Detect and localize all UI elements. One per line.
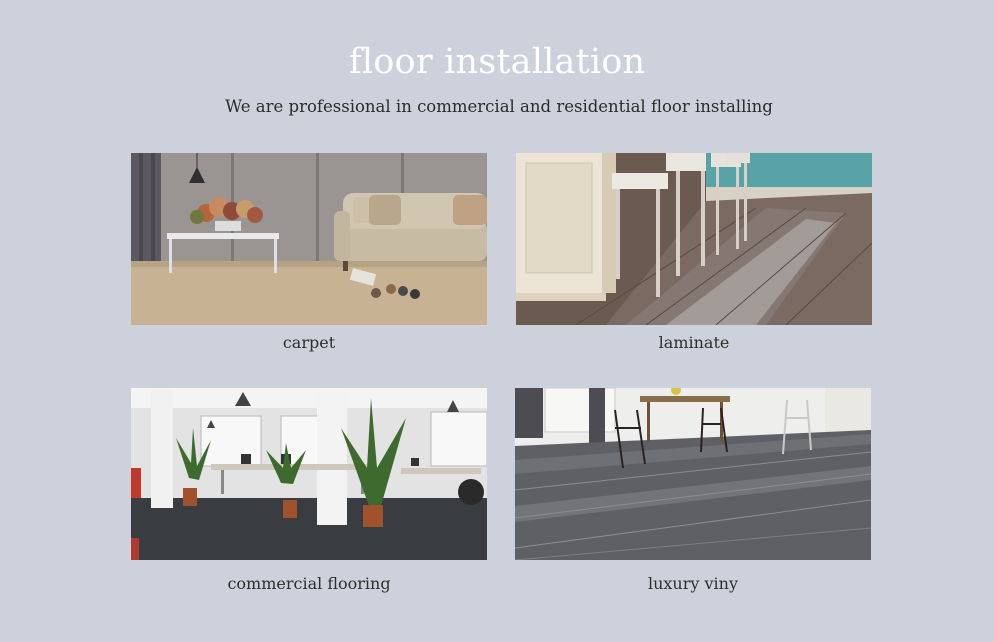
luxury-vinyl-caption[interactable]: luxury viny <box>506 574 880 593</box>
carpet-caption[interactable]: carpet <box>122 333 496 352</box>
page-title: floor installation <box>348 42 646 82</box>
luxury-vinyl-photo[interactable] <box>515 388 871 560</box>
carpet-photo[interactable] <box>131 153 487 325</box>
commercial-flooring-caption[interactable]: commercial flooring <box>122 574 496 593</box>
laminate-photo[interactable] <box>516 153 872 325</box>
service-card-commercial-flooring[interactable]: commercial flooring <box>131 388 487 593</box>
commercial-flooring-photo[interactable] <box>131 388 487 560</box>
page-subtitle: We are professional in commercial and re… <box>225 97 773 116</box>
laminate-caption[interactable]: laminate <box>507 333 881 352</box>
service-card-carpet[interactable]: carpet <box>131 153 487 352</box>
service-card-laminate[interactable]: laminate <box>516 153 872 352</box>
service-card-luxury-vinyl[interactable]: luxury viny <box>515 388 871 593</box>
